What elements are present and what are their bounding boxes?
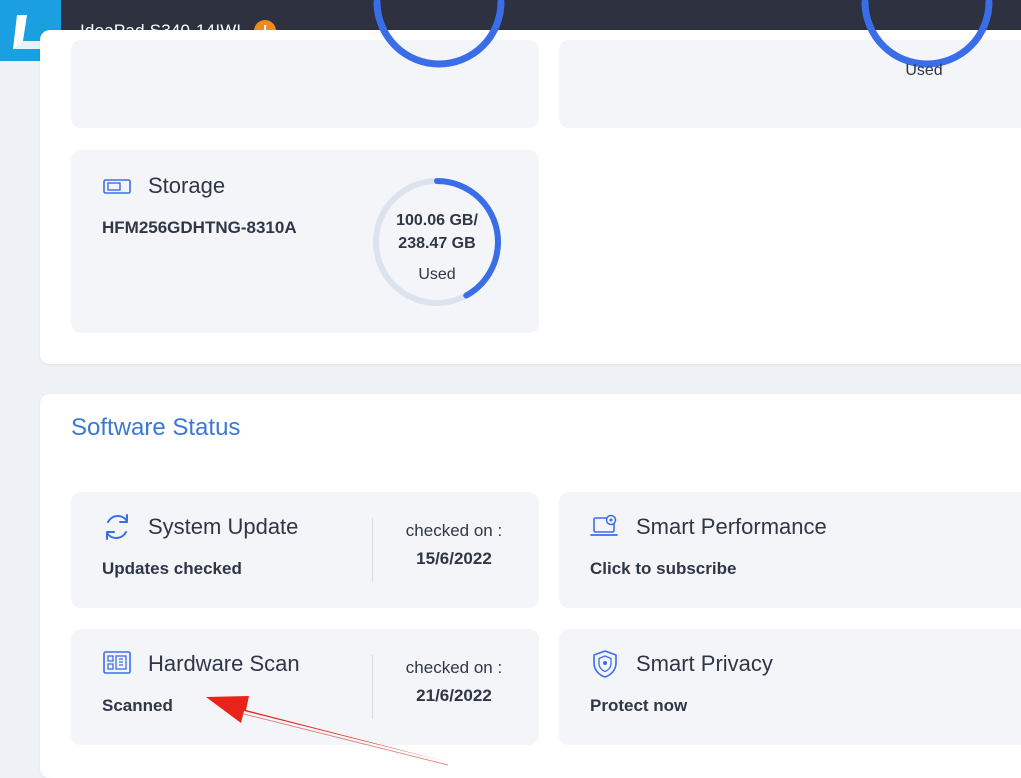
annotation-arrow [206, 696, 449, 766]
app-root: IdeaPad S340-14IWL ! Used Storage HFM256… [0, 0, 1021, 778]
